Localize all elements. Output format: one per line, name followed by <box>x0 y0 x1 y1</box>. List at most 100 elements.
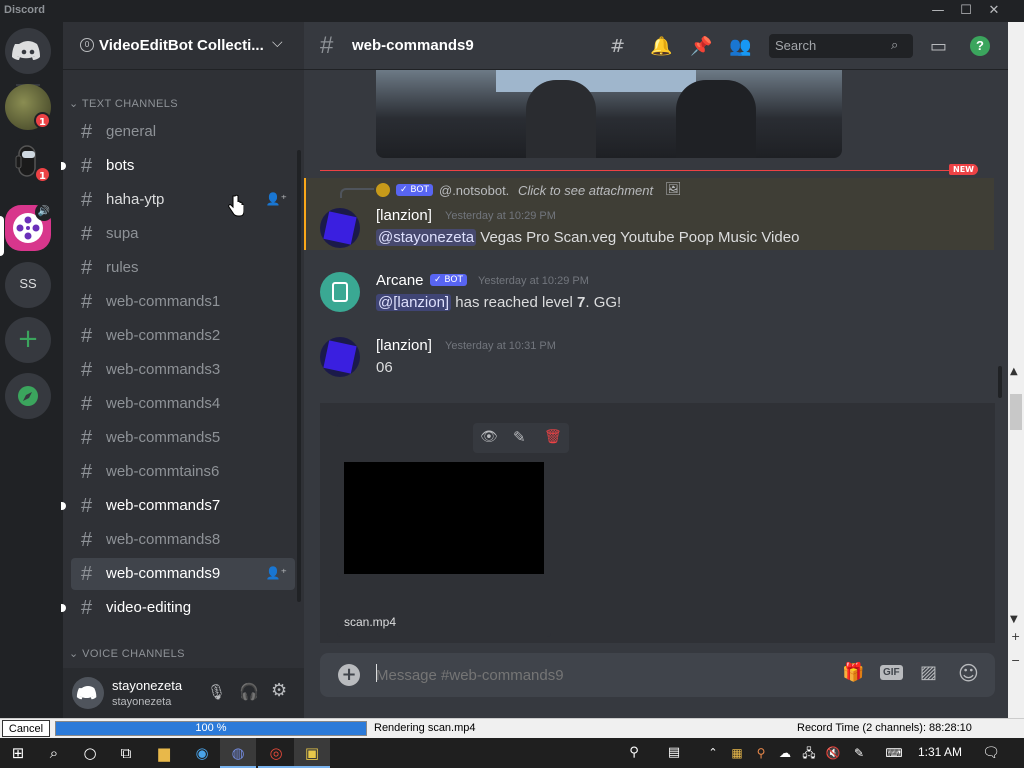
upload-plus-icon[interactable]: + <box>338 664 360 686</box>
pin-icon[interactable]: 📌 <box>690 36 712 57</box>
search-placeholder: Search <box>775 38 817 53</box>
channel-web-commands3[interactable]: # web-commands3 <box>71 354 295 386</box>
category-text-channels[interactable]: ⌄ TEXT CHANNELS <box>69 97 178 110</box>
sticker-icon[interactable]: ▨ <box>920 662 937 683</box>
chrome-icon[interactable]: ◎ <box>258 738 294 768</box>
discord-taskbar-icon[interactable]: ◍ <box>220 738 256 768</box>
channel-web-commands5[interactable]: # web-commands5 <box>71 422 295 454</box>
attachment-card[interactable]: 👁 ✎ 🗑 scan.mp4 <box>337 423 569 637</box>
avatar[interactable] <box>72 677 104 709</box>
server-icon-2[interactable]: 1 <box>5 138 51 184</box>
pencil-icon[interactable]: ✎ <box>513 428 526 446</box>
host-scrollbar[interactable]: ▲ ▼ + − <box>1008 22 1024 718</box>
channel-web-commands4[interactable]: # web-commands4 <box>71 388 295 420</box>
cloud-icon[interactable]: ☁ <box>774 738 796 768</box>
reply-hint[interactable]: Click to see attachment <box>518 183 653 198</box>
scroll-thumb[interactable] <box>1010 394 1022 430</box>
eye-icon[interactable]: 👁 <box>480 429 498 445</box>
chevron-up-icon[interactable]: ⌃ <box>702 738 724 768</box>
add-server-button[interactable]: + <box>5 317 51 363</box>
channel-bots[interactable]: # bots <box>61 150 295 182</box>
trash-icon[interactable]: 🗑 <box>544 429 562 445</box>
zoom-in-icon[interactable]: + <box>1011 630 1020 643</box>
gift-icon[interactable]: 🎁 <box>842 662 864 683</box>
notifications-icon[interactable]: 🗨 <box>978 738 1004 768</box>
cancel-button[interactable]: Cancel <box>2 720 50 737</box>
file-explorer-icon[interactable]: ▆ <box>146 738 182 768</box>
volume-muted-icon[interactable]: 🔇 <box>822 738 844 768</box>
network-icon[interactable]: 🖧 <box>798 738 820 768</box>
invite-icon[interactable]: 👤⁺ <box>266 566 287 580</box>
server-rail: 1 1 🔊 SS + <box>0 22 57 718</box>
scroll-down-arrow-icon[interactable]: ▼ <box>1010 614 1018 625</box>
channel-web-commands1[interactable]: # web-commands1 <box>71 286 295 318</box>
pen-icon[interactable]: ✎ <box>848 738 870 768</box>
browser-icon[interactable]: ◉ <box>184 738 220 768</box>
chat-scrollbar[interactable] <box>998 366 1002 398</box>
avatar[interactable] <box>320 337 360 377</box>
channel-web-commtains6[interactable]: # web-commtains6 <box>71 456 295 488</box>
people-icon[interactable]: ⚲ <box>622 738 646 768</box>
channel-label: haha-ytp <box>106 191 165 208</box>
category-voice-channels[interactable]: ⌄ VOICE CHANNELS <box>69 647 185 660</box>
message-input[interactable] <box>376 664 816 686</box>
channel-web-commands9[interactable]: # web-commands9 👤⁺ <box>71 558 295 590</box>
tray-app-icon[interactable]: ▦ <box>726 738 748 768</box>
search-icon[interactable]: ⌕ <box>36 738 72 768</box>
server-icon-1[interactable]: 1 <box>5 84 51 130</box>
explore-servers-button[interactable] <box>5 373 51 419</box>
inbox-icon[interactable]: ▭ <box>930 36 947 57</box>
message-author[interactable]: [lanzion] <box>376 337 432 354</box>
vegas-pro-icon[interactable]: ▣ <box>294 738 330 768</box>
message-text: . GG! <box>585 294 622 311</box>
invite-icon[interactable]: 👤⁺ <box>266 192 287 206</box>
reply-author[interactable]: @.notsobot. <box>439 183 509 198</box>
upload-area: 👁 ✎ 🗑 scan.mp4 <box>320 403 995 643</box>
headphones-icon[interactable]: 🎧 <box>239 682 259 701</box>
cortana-icon[interactable]: ○ <box>72 738 108 768</box>
search-input[interactable]: Search ⌕ <box>769 34 913 58</box>
maximize-button[interactable]: ☐ <box>955 2 977 20</box>
channel-web-commands8[interactable]: # web-commands8 <box>71 524 295 556</box>
user-mention[interactable]: @stayonezeta <box>376 229 477 246</box>
home-button[interactable] <box>5 28 51 74</box>
channel-web-commands7[interactable]: # web-commands7 <box>61 490 295 522</box>
task-view-icon[interactable]: ⧉ <box>108 738 144 768</box>
help-icon[interactable]: ? <box>970 36 990 56</box>
tray-app-icon[interactable]: ⚲ <box>750 738 772 768</box>
message-author[interactable]: Arcane <box>376 272 424 289</box>
channel-general[interactable]: # general <box>71 116 295 148</box>
clock[interactable]: 1:31 AM <box>918 745 962 759</box>
windows-start-icon[interactable]: ⊞ <box>0 738 36 768</box>
video-preview[interactable] <box>376 70 842 158</box>
channel-video-editing[interactable]: # video-editing <box>61 592 295 624</box>
sidebar-scrollbar[interactable] <box>297 150 301 602</box>
user-mention[interactable]: @[lanzion] <box>376 294 452 311</box>
channel-rules[interactable]: # rules <box>71 252 295 284</box>
minimize-button[interactable]: — <box>927 2 949 20</box>
guild-name: VideoEditBot Collecti... <box>99 37 264 54</box>
avatar[interactable] <box>320 208 360 248</box>
bell-icon[interactable]: 🔔 <box>650 36 672 57</box>
close-button[interactable]: ✕ <box>983 2 1005 20</box>
channel-web-commands2[interactable]: # web-commands2 <box>71 320 295 352</box>
microphone-icon[interactable]: 🎙 <box>207 683 226 701</box>
avatar[interactable] <box>320 272 360 312</box>
gear-icon[interactable]: ⚙ <box>271 680 287 701</box>
guild-header[interactable]: 0 VideoEditBot Collecti... ⌵ <box>63 22 304 70</box>
emoji-icon[interactable]: ☺ <box>958 661 979 685</box>
threads-icon[interactable]: # <box>610 36 625 57</box>
render-progress-text: 100 % <box>195 722 227 734</box>
server-icon-3[interactable]: 🔊 <box>5 203 53 251</box>
gif-button[interactable]: GIF <box>880 665 903 680</box>
scroll-up-arrow-icon[interactable]: ▲ <box>1010 366 1018 377</box>
server-icon-ss[interactable]: SS <box>5 262 51 308</box>
members-icon[interactable]: 👥 <box>729 36 751 57</box>
message-author[interactable]: [lanzion] <box>376 207 432 224</box>
channel-haha-ytp[interactable]: # haha-ytp 👤⁺ <box>71 184 295 216</box>
touch-keyboard-icon[interactable]: ⌨ <box>880 738 908 768</box>
zoom-out-icon[interactable]: − <box>1011 654 1020 667</box>
hash-icon: # <box>81 223 93 245</box>
keyboard-icon[interactable]: ▤ <box>662 738 686 768</box>
channel-supa[interactable]: # supa <box>71 218 295 250</box>
